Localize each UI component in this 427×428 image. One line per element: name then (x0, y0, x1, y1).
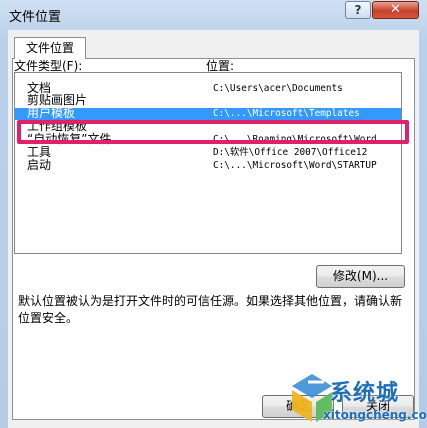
watermark-url: xitongcheng.com (323, 408, 427, 422)
file-location-path: D:\软件\Office 2007\Office12 (213, 147, 368, 158)
file-location-list[interactable]: 文档 C:\Users\acer\Documents 剪贴画图片 用户模板 C:\...… (14, 72, 402, 254)
file-type-label: 启动 (27, 158, 52, 172)
close-button[interactable]: ✕ (372, 1, 419, 19)
file-location-path: C:\...\Microsoft\Templates (213, 108, 360, 119)
dialog-window: 文件位置 ? ✕ 文件位置 文件类型(F): 位置: 文档 C:\Users\ac… (0, 0, 427, 428)
file-location-path: C:\Users\acer\Documents (213, 83, 343, 94)
highlight-annotation-box (17, 120, 409, 144)
modify-button[interactable]: 修改(M)... (316, 265, 405, 288)
title-bar[interactable]: 文件位置 ? ✕ (0, 0, 427, 28)
info-text: 默认位置被认为是打开文件时的可信任源。如果选择其他位置，请确认新位置安全。 (18, 294, 403, 325)
window-title: 文件位置 (9, 10, 62, 25)
list-item[interactable]: 启动 C:\...\Microsoft\Word\STARTUP (15, 158, 401, 172)
help-button[interactable]: ? (345, 1, 371, 19)
file-location-path: C:\...\Microsoft\Word\STARTUP (213, 160, 377, 171)
list-item[interactable]: 工具 D:\软件\Office 2007\Office12 (15, 146, 401, 159)
watermark-text: 系统城 (330, 381, 400, 406)
tab-file-locations[interactable]: 文件位置 (14, 37, 86, 59)
